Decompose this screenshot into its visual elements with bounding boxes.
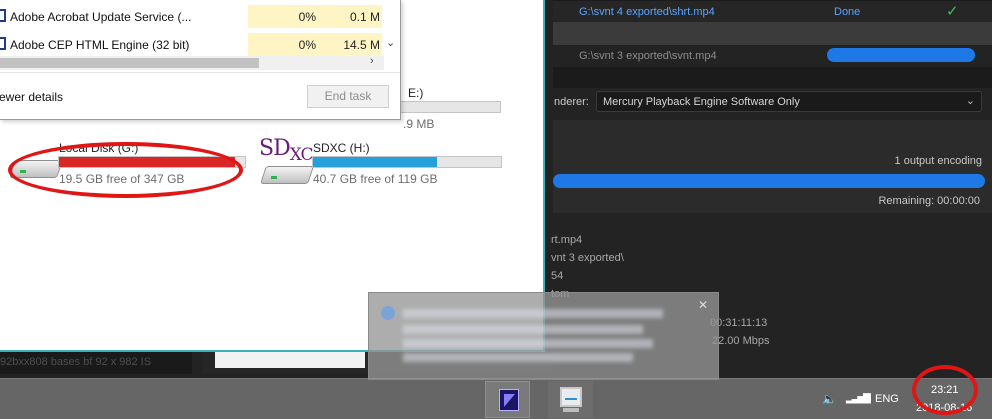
input-language[interactable]: ENG (875, 393, 899, 405)
notification-blurred-text (403, 353, 633, 362)
drive-usage-bar (399, 101, 501, 113)
drive-usage-fill (313, 157, 437, 167)
process-cpu-cell: 0% (248, 33, 324, 56)
drive-free-space: .9 MB (403, 117, 435, 131)
process-icon (0, 37, 6, 50)
queue-item-encoding[interactable]: G:\svnt 3 exported\svnt.mp4 (553, 45, 992, 67)
sdxc-logo: SDXC (259, 136, 314, 165)
process-memory: 0.1 M (349, 10, 380, 24)
process-icon (0, 9, 6, 22)
clock-time[interactable]: 23:21 (931, 384, 959, 396)
notification-icon (381, 306, 395, 320)
process-memory-cell: 14.5 M (324, 33, 382, 56)
queue-divider-band (553, 22, 992, 45)
remaining-time: Remaining: 00:00:00 (878, 195, 980, 207)
queue-item-file: G:\svnt 4 exported\shrt.mp4 (579, 6, 715, 18)
drive-usage-fill (59, 157, 235, 167)
background-thumbnail (215, 352, 365, 368)
process-cpu: 0% (298, 38, 316, 52)
render-queue-panel: G:\svnt 4 exported\shrt.mp4 Done ✓ G:\sv… (553, 0, 992, 88)
fewer-details-link[interactable]: ewer details (0, 90, 63, 104)
media-encoder-icon (499, 389, 519, 411)
encoding-panel: 1 output encoding Remaining: 00:00:00 (553, 120, 992, 213)
divider (0, 72, 400, 73)
scrollbar-thumb[interactable] (0, 58, 259, 68)
vertical-scrollbar[interactable]: ⌄ (384, 0, 400, 56)
horizontal-scrollbar[interactable]: › (0, 55, 384, 70)
detail-format: 54 (551, 270, 564, 282)
process-row[interactable]: Adobe Acrobat Update Service (... 0% 0.1… (0, 5, 384, 28)
background-strip: 92bxx808 bases bf 92 x 982 IS (0, 352, 192, 374)
close-icon[interactable]: ✕ (698, 298, 708, 312)
detail-output-file: rt.mp4 (551, 234, 583, 246)
process-cpu-cell: 0% (248, 5, 324, 28)
network-signal-icon[interactable]: ▂▃▅▇ (846, 393, 871, 404)
taskbar-resource-monitor-button[interactable] (548, 381, 593, 418)
checkmark-icon: ✓ (946, 3, 959, 20)
resource-monitor-icon (560, 387, 582, 407)
renderer-label: nderer: (554, 96, 589, 108)
chevron-down-icon[interactable]: ⌄ (386, 36, 395, 49)
background-strip-text: 92bxx808 bases bf 92 x 982 IS (0, 356, 152, 368)
taskbar-media-encoder-button[interactable] (485, 381, 530, 418)
process-cpu: 0% (298, 10, 316, 24)
renderer-row: nderer: Mercury Playback Engine Software… (540, 88, 992, 116)
process-row[interactable]: Adobe CEP HTML Engine (32 bit) 0% 14.5 M (0, 33, 384, 56)
process-name: Adobe CEP HTML Engine (32 bit) (10, 38, 190, 52)
renderer-dropdown[interactable]: Mercury Playback Engine Software Only ⌄ (596, 91, 982, 112)
process-memory-cell: 0.1 M (324, 5, 382, 28)
renderer-selected-value: Mercury Playback Engine Software Only (603, 96, 800, 108)
queue-item-status: Done (834, 6, 861, 18)
queue-item-done[interactable]: G:\svnt 4 exported\shrt.mp4 Done ✓ (553, 1, 992, 23)
drive-name[interactable]: Local Disk (G:) (59, 141, 138, 155)
process-name: Adobe Acrobat Update Service (... (10, 10, 192, 24)
encoding-progress-bar (553, 174, 985, 188)
end-task-button[interactable]: End task (307, 85, 389, 108)
output-encoding-count: 1 output encoding (894, 155, 982, 167)
chevron-down-icon: ⌄ (965, 95, 975, 107)
detail-output-folder: vnt 3 exported\ (551, 252, 624, 264)
queue-item-progress-bar (827, 48, 975, 62)
notification-blurred-text (403, 339, 653, 348)
notification-toast[interactable]: ✕ (368, 292, 719, 380)
chevron-right-icon[interactable]: › (370, 55, 374, 67)
drive-free-space: 40.7 GB free of 119 GB (313, 172, 438, 186)
notification-blurred-text (403, 325, 643, 334)
drive-usage-bar (58, 156, 246, 168)
drive-name[interactable]: SDXC (H:) (313, 141, 370, 155)
taskbar: 🔈 ▂▃▅▇ ENG 23:21 2018-08-16 (0, 378, 992, 419)
drive-usage-bar (312, 156, 502, 168)
notification-blurred-title (403, 309, 663, 318)
queue-item-file: G:\svnt 3 exported\svnt.mp4 (579, 50, 717, 62)
clock-date[interactable]: 2018-08-16 (916, 402, 972, 414)
drive-free-space: 19.5 GB free of 347 GB (59, 172, 185, 186)
drive-name: E:) (408, 86, 424, 100)
volume-icon[interactable]: 🔈 (822, 392, 837, 406)
detail-bitrate: 22.00 Mbps (712, 335, 770, 347)
task-manager-window: Adobe Acrobat Update Service (... 0% 0.1… (0, 0, 401, 120)
process-memory: 14.5 M (343, 38, 380, 52)
